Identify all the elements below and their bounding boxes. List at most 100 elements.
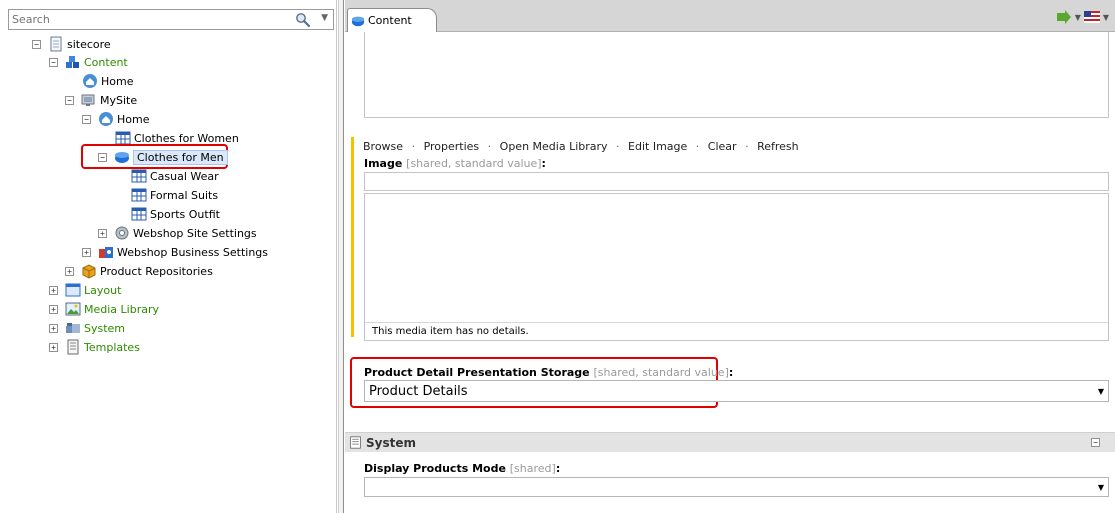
tree-item-layout[interactable]: + Layout <box>49 281 121 299</box>
collapse-icon[interactable]: − <box>65 95 74 105</box>
navigate-arrow-icon[interactable] <box>1056 10 1072 24</box>
tree-item-label: Home <box>117 112 150 126</box>
tree-item-media-library[interactable]: + Media Library <box>49 300 159 318</box>
home-icon <box>99 112 113 126</box>
dropdown-value: Product Details <box>369 383 468 399</box>
media-details-text: This media item has no details. <box>365 322 1108 340</box>
tree-item-mysite[interactable]: − MySite <box>65 91 137 109</box>
tree-item-label: sitecore <box>67 37 111 51</box>
product-detail-field-title: Product Detail Presentation Storage [sha… <box>364 366 733 379</box>
expand-icon[interactable]: + <box>49 304 58 314</box>
tree-item-label: Media Library <box>84 302 159 316</box>
tree-item-label: Formal Suits <box>150 188 219 202</box>
tree-item-label: Product Repositories <box>100 264 213 278</box>
tree-item-system[interactable]: + System <box>49 319 125 337</box>
category-grid-icon <box>131 207 147 221</box>
display-products-field-title: Display Products Mode [shared]: <box>364 462 560 475</box>
tree-item-label: Webshop Site Settings <box>133 226 257 240</box>
tree-item-clothes-for-men[interactable]: − Clothes for Men <box>98 148 228 166</box>
image-preview-box[interactable]: This media item has no details. <box>364 193 1109 341</box>
browse-link[interactable]: Browse <box>363 140 403 153</box>
content-editor-pane: Content ▼ ▼ Browse · Properties · Open M… <box>345 0 1115 513</box>
collapse-icon[interactable]: − <box>32 39 41 49</box>
search-options-dropdown-icon[interactable]: ▼ <box>321 13 328 23</box>
template-icon <box>67 339 79 355</box>
tab-strip: Content ▼ ▼ <box>345 0 1115 32</box>
tree-item-templates[interactable]: + Templates <box>49 338 140 356</box>
tree-item-sitecore[interactable]: − sitecore <box>32 35 111 53</box>
collapse-section-icon[interactable]: − <box>1091 438 1100 447</box>
expand-icon[interactable]: + <box>98 228 107 238</box>
pane-splitter[interactable] <box>338 0 344 513</box>
tab-label: Content <box>368 14 412 27</box>
field-meta: [shared, standard value] <box>593 366 729 379</box>
properties-link[interactable]: Properties <box>424 140 480 153</box>
tree-item-product-repositories[interactable]: + Product Repositories <box>65 262 213 280</box>
section-document-icon <box>350 436 361 449</box>
expand-icon[interactable]: + <box>49 323 58 333</box>
field-meta: [shared] <box>509 462 556 475</box>
language-flag-icon[interactable] <box>1083 11 1100 23</box>
content-tree-pane: ▼ − sitecore − Content Home − MySite − H… <box>0 0 337 513</box>
tree-item-label: Content <box>84 55 128 69</box>
tab-tools: ▼ ▼ <box>1056 10 1109 24</box>
tree-item-label: Templates <box>84 340 140 354</box>
category-grid-icon <box>131 169 147 183</box>
image-path-input[interactable] <box>364 172 1109 191</box>
gear-icon <box>115 226 129 240</box>
tree-item-webshop-business-settings[interactable]: + Webshop Business Settings <box>82 243 268 261</box>
search-input[interactable] <box>9 10 279 29</box>
search-box[interactable]: ▼ <box>8 9 334 30</box>
toolbar-separator: · <box>616 140 620 153</box>
tree-item-label: Casual Wear <box>150 169 219 183</box>
tree-item-label: Webshop Business Settings <box>117 245 269 259</box>
tree-item-content[interactable]: − Content <box>49 53 128 71</box>
open-media-library-link[interactable]: Open Media Library <box>500 140 608 153</box>
expand-icon[interactable]: + <box>49 342 58 352</box>
tree-item-label: Home <box>101 74 134 88</box>
tab-content[interactable]: Content <box>347 8 437 32</box>
tree-item-label: System <box>84 321 126 335</box>
toolbar-separator: · <box>487 140 492 153</box>
expand-icon[interactable]: + <box>82 247 91 257</box>
system-section-header[interactable]: System − <box>345 432 1115 452</box>
collapse-icon[interactable]: − <box>49 57 58 67</box>
expand-icon[interactable]: + <box>49 285 58 295</box>
system-icon <box>66 323 80 333</box>
tree-item-casual-wear[interactable]: Casual Wear <box>131 167 219 185</box>
validation-bar <box>351 137 354 337</box>
search-icon[interactable] <box>295 12 311 28</box>
field-colon: : <box>728 366 734 379</box>
collapse-icon[interactable]: − <box>98 152 107 162</box>
collapse-icon[interactable]: − <box>82 114 91 124</box>
display-products-dropdown[interactable]: ▼ <box>364 477 1109 497</box>
tree-item-sports-outfit[interactable]: Sports Outfit <box>131 205 220 223</box>
chevron-down-icon[interactable]: ▼ <box>1094 483 1108 492</box>
tree-item-webshop-site-settings[interactable]: + Webshop Site Settings <box>98 224 257 242</box>
tree-item-label: Clothes for Women <box>134 131 239 145</box>
tree-item-label: Sports Outfit <box>150 207 220 221</box>
toolbar-separator: · <box>695 140 700 153</box>
repository-box-icon <box>82 264 96 279</box>
expand-icon[interactable]: + <box>65 266 74 276</box>
tree-item-label: Layout <box>84 283 122 297</box>
clear-link[interactable]: Clear <box>708 140 737 153</box>
tree-item-formal-suits[interactable]: Formal Suits <box>131 186 218 204</box>
field-meta: [shared, standard value] <box>406 157 542 170</box>
category-grid-icon <box>131 188 147 202</box>
edit-image-link[interactable]: Edit Image <box>628 140 687 153</box>
home-icon <box>83 74 97 88</box>
product-detail-dropdown[interactable]: Product Details ▼ <box>364 380 1109 402</box>
chevron-down-icon[interactable]: ▼ <box>1094 387 1108 396</box>
tree-item-home-root[interactable]: Home <box>82 72 133 90</box>
navigate-dropdown-icon[interactable]: ▼ <box>1075 13 1081 22</box>
toolbar-separator: · <box>745 140 749 153</box>
refresh-link[interactable]: Refresh <box>757 140 799 153</box>
product-category-icon <box>115 152 129 163</box>
section-title: System <box>366 435 416 450</box>
field-title-text: Image <box>364 157 403 170</box>
tree-item-home[interactable]: − Home <box>82 110 149 128</box>
image-icon <box>65 302 81 316</box>
rich-text-field-box[interactable] <box>364 32 1109 118</box>
language-dropdown-icon[interactable]: ▼ <box>1103 13 1109 22</box>
